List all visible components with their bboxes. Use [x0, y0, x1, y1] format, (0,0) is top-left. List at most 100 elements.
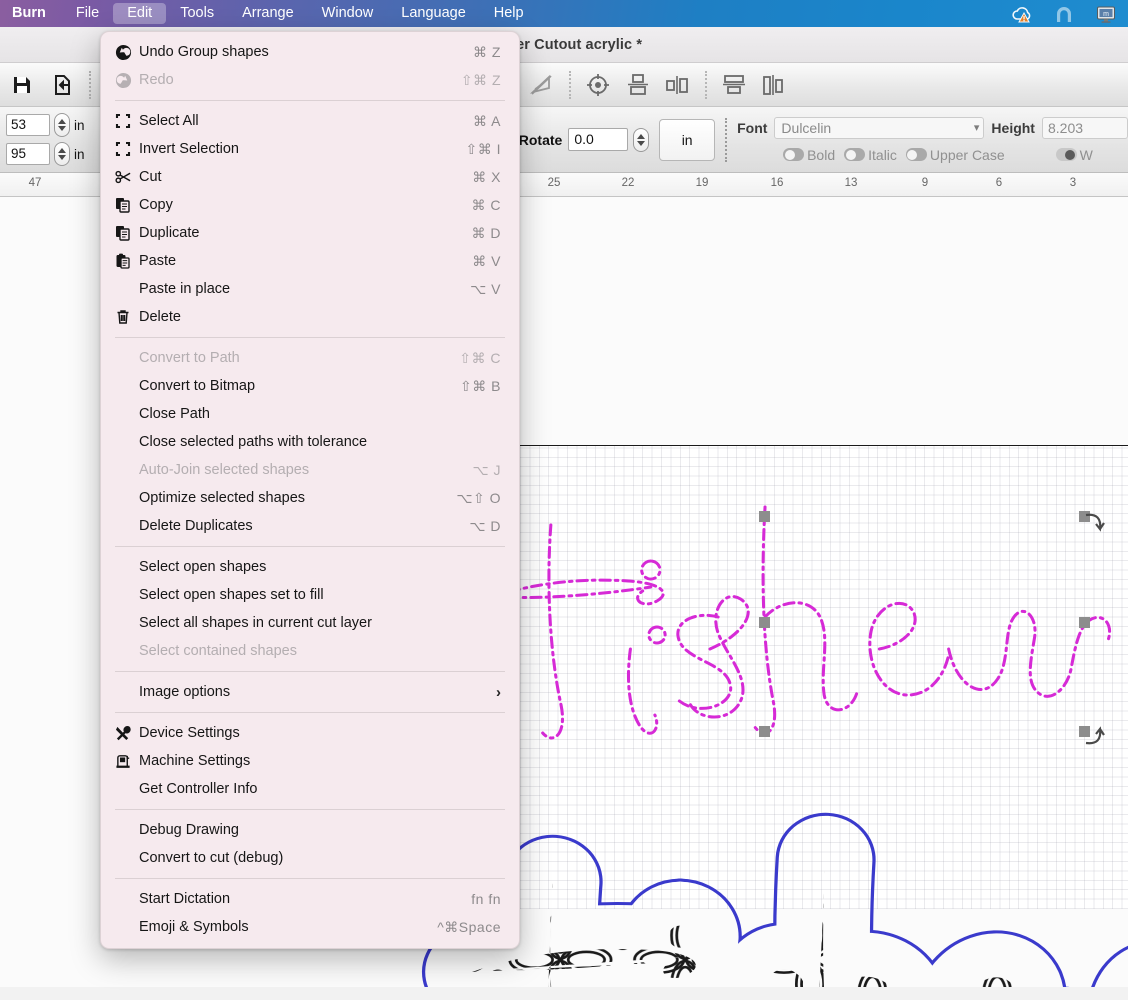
copy-icon	[115, 197, 139, 213]
menu-item-copy[interactable]: Copy ⌘ C	[101, 191, 519, 219]
menu-item-label: Convert to cut (debug)	[139, 850, 284, 866]
x-position-input[interactable]: 53	[6, 114, 50, 136]
properties-divider	[725, 117, 728, 162]
export-icon[interactable]	[42, 67, 82, 103]
menu-tools[interactable]: Tools	[166, 3, 228, 24]
select-all-icon	[115, 113, 139, 129]
menu-item-shortcut: ⇧⌘ Z	[460, 71, 501, 88]
distribute-vertical-icon[interactable]	[714, 67, 754, 103]
uppercase-toggle[interactable]: Upper Case	[905, 147, 1005, 163]
menu-edit[interactable]: Edit	[113, 3, 167, 24]
menu-item-start-dictation[interactable]: Start Dictation fn fn	[101, 885, 519, 913]
menu-item-label: Emoji & Symbols	[139, 919, 249, 935]
menu-item-label: Get Controller Info	[139, 781, 258, 797]
menu-item-label: Close Path	[139, 406, 210, 422]
italic-toggle[interactable]: Italic	[844, 147, 897, 163]
menu-item-redo[interactable]: Redo ⇧⌘ Z	[101, 66, 519, 94]
distribute-horizontal-icon[interactable]	[754, 67, 794, 103]
menu-bar-items: Burn File Edit Tools Arrange Window Lang…	[0, 0, 538, 27]
menu-item-paste[interactable]: Paste ⌘ V	[101, 247, 519, 275]
arch-icon[interactable]	[1052, 3, 1076, 25]
cloud-warning-icon[interactable]	[1010, 3, 1034, 25]
menu-item-select-all-current-layer[interactable]: Select all shapes in current cut layer	[101, 609, 519, 637]
menu-arrange[interactable]: Arrange	[228, 3, 308, 24]
clipboard-icon	[115, 253, 139, 269]
ruler-tick: 6	[995, 177, 1003, 189]
font-controls: Font Dulcelin ▾ Height 8.203 Bold Italic…	[737, 116, 1128, 163]
position-fields: 53 in 95 in	[4, 113, 85, 166]
macos-menu-bar: Burn File Edit Tools Arrange Window Lang…	[0, 0, 1128, 27]
uppercase-switch[interactable]	[905, 148, 927, 161]
menu-item-label: Start Dictation	[139, 891, 231, 907]
menu-item-label: Duplicate	[139, 225, 200, 241]
edit-dropdown-menu[interactable]: Undo Group shapes ⌘ Z Redo ⇧⌘ Z Select A…	[100, 31, 520, 949]
align-horizontal-icon[interactable]	[658, 67, 698, 103]
menu-separator	[115, 878, 505, 879]
menu-item-select-contained-shapes[interactable]: Select contained shapes	[101, 637, 519, 665]
menu-item-duplicate[interactable]: Duplicate ⌘ D	[101, 219, 519, 247]
menu-item-select-all[interactable]: Select All ⌘ A	[101, 107, 519, 135]
italic-label: Italic	[868, 146, 897, 163]
menu-item-close-selected-paths[interactable]: Close selected paths with tolerance	[101, 428, 519, 456]
menu-item-convert-to-bitmap[interactable]: Convert to Bitmap ⇧⌘ B	[101, 372, 519, 400]
set-origin-icon[interactable]	[578, 67, 618, 103]
x-position-stepper[interactable]	[54, 113, 70, 137]
ruler-tick: 9	[921, 177, 929, 189]
menu-item-label: Select all shapes in current cut layer	[139, 615, 372, 631]
menu-item-cut[interactable]: Cut ⌘ X	[101, 163, 519, 191]
menu-item-undo[interactable]: Undo Group shapes ⌘ Z	[101, 38, 519, 66]
height-input[interactable]: 8.203	[1041, 116, 1128, 139]
menu-item-auto-join[interactable]: Auto-Join selected shapes ⌥ J	[101, 456, 519, 484]
menu-item-select-open-shapes-fill[interactable]: Select open shapes set to fill	[101, 581, 519, 609]
menu-item-paste-in-place[interactable]: Paste in place ⌥ V	[101, 275, 519, 303]
menu-item-label: Paste	[139, 253, 177, 269]
rotate-input[interactable]: 0.0	[568, 128, 629, 151]
toolbar-separator	[705, 70, 707, 99]
italic-switch[interactable]	[844, 148, 866, 161]
unit-toggle-button[interactable]: in	[659, 118, 716, 161]
menu-item-select-open-shapes[interactable]: Select open shapes	[101, 553, 519, 581]
menu-item-convert-to-path[interactable]: Convert to Path ⇧⌘ C	[101, 344, 519, 372]
menu-window[interactable]: Window	[308, 3, 388, 24]
menu-separator	[115, 337, 505, 338]
menu-app-name[interactable]: Burn	[0, 3, 62, 24]
y-position-input[interactable]: 95	[6, 143, 50, 165]
font-select[interactable]: Dulcelin ▾	[774, 116, 985, 139]
font-value: Dulcelin	[781, 119, 832, 136]
menu-item-label: Debug Drawing	[139, 822, 239, 838]
menu-item-label: Delete	[139, 309, 181, 325]
menu-item-image-options[interactable]: Image options ›	[101, 678, 519, 706]
align-vertical-icon[interactable]	[618, 67, 658, 103]
menu-item-label: Machine Settings	[139, 753, 251, 769]
menu-item-close-path[interactable]: Close Path	[101, 400, 519, 428]
y-position-stepper[interactable]	[54, 142, 70, 166]
save-icon[interactable]	[2, 67, 42, 103]
menu-item-emoji-symbols[interactable]: Emoji & Symbols ^⌘Space	[101, 913, 519, 941]
menu-item-shortcut: ⌥⇧ O	[456, 489, 501, 506]
scissors-icon	[115, 169, 139, 185]
menu-item-convert-to-cut-debug[interactable]: Convert to cut (debug)	[101, 844, 519, 872]
menu-item-shortcut: ^⌘Space	[437, 918, 501, 935]
rotate-stepper[interactable]	[633, 127, 650, 152]
menu-separator	[115, 712, 505, 713]
y-unit-label: in	[74, 146, 85, 162]
menu-item-label: Cut	[139, 169, 162, 185]
flip-disabled-icon[interactable]	[522, 67, 562, 103]
menu-item-get-controller-info[interactable]: Get Controller Info	[101, 775, 519, 803]
menu-item-optimize-shapes[interactable]: Optimize selected shapes ⌥⇧ O	[101, 484, 519, 512]
menu-help[interactable]: Help	[480, 3, 538, 24]
menu-item-device-settings[interactable]: Device Settings	[101, 719, 519, 747]
menu-item-delete-duplicates[interactable]: Delete Duplicates ⌥ D	[101, 512, 519, 540]
menu-item-delete[interactable]: Delete	[101, 303, 519, 331]
weld-toggle[interactable]: W	[1055, 147, 1093, 163]
menu-item-shortcut: ⌥ V	[470, 280, 501, 297]
menu-file[interactable]: File	[62, 3, 113, 24]
bold-switch[interactable]	[783, 148, 805, 161]
weld-switch[interactable]	[1055, 148, 1077, 161]
menu-item-debug-drawing[interactable]: Debug Drawing	[101, 816, 519, 844]
menu-language[interactable]: Language	[387, 3, 480, 24]
display-monitor-icon[interactable]: m	[1094, 3, 1118, 25]
bold-toggle[interactable]: Bold	[783, 147, 835, 163]
menu-item-machine-settings[interactable]: Machine Settings	[101, 747, 519, 775]
menu-item-invert-selection[interactable]: Invert Selection ⇧⌘ I	[101, 135, 519, 163]
